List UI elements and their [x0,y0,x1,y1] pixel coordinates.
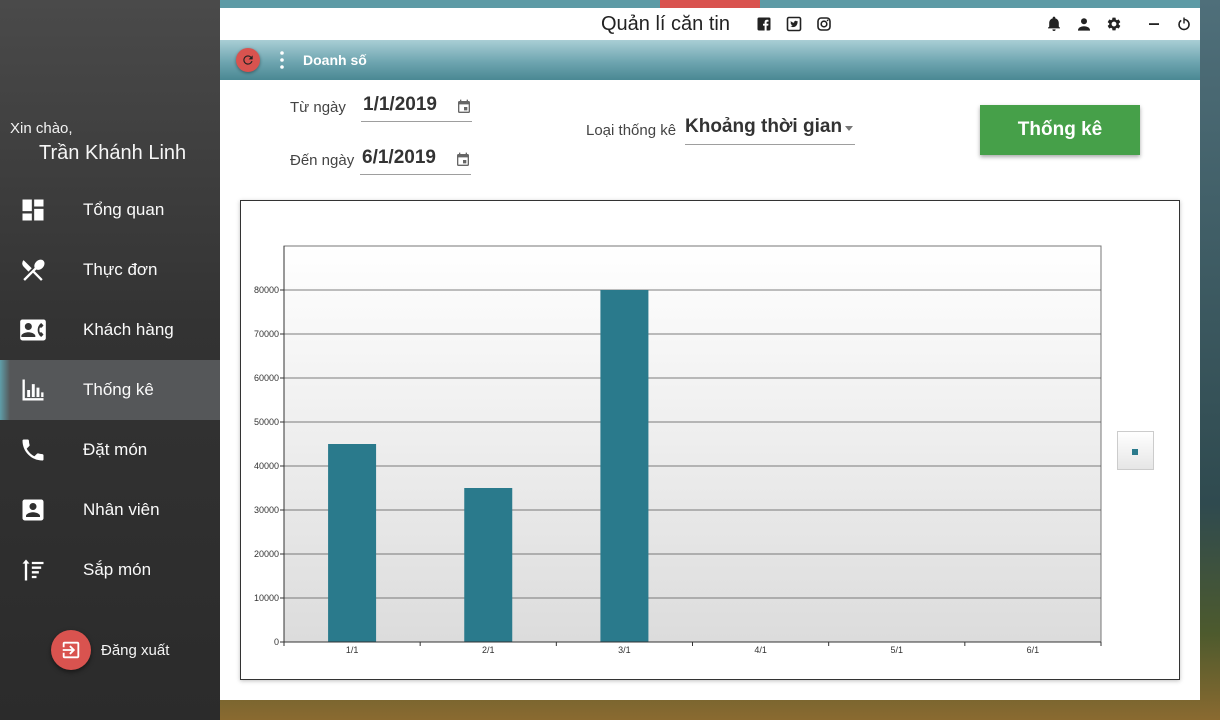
sidebar-item-label: Tổng quan [83,200,165,219]
refresh-icon [243,55,253,65]
sidebar-item-staff[interactable]: Nhân viên [0,480,220,540]
sidebar-item-label: Đặt món [83,440,148,459]
x-tick-label: 2/1 [482,645,495,655]
sidebar: Xin chào, Trần Khánh Linh Tổng quan Thực… [0,0,220,720]
user-icon[interactable] [1076,16,1092,32]
from-date-value: 1/1/2019 [363,94,437,115]
legend-swatch [1132,449,1138,455]
to-date-picker[interactable]: 6/1/2019 [360,147,471,175]
y-tick-label: 80000 [254,285,279,295]
revenue-chart: 0 10000 20000 30000 40000 50000 60000 70000 8000… [240,200,1180,680]
y-tick-label: 0 [274,637,279,647]
sidebar-item-label: Khách hàng [83,320,174,339]
sidebar-item-arrange[interactable]: Sắp món [0,540,220,600]
chart-legend [1117,431,1154,470]
bar [328,444,377,642]
to-date-value: 6/1/2019 [362,147,436,168]
dashboard-icon [19,196,47,224]
sidebar-item-label: Thống kê [83,380,154,399]
sidebar-item-overview[interactable]: Tổng quan [0,180,220,240]
contact-card-icon [19,316,47,344]
y-tick-label: 40000 [254,461,279,471]
window-top-accent [660,0,760,8]
plot-area [283,245,1102,643]
sidebar-item-menu[interactable]: Thực đơn [0,240,220,300]
title-bar: Quản lí căn tin [220,8,1200,40]
refresh-button[interactable] [236,48,260,72]
instagram-icon[interactable] [816,16,832,32]
stat-type-value: Khoảng thời gian [685,116,843,137]
sidebar-item-statistics[interactable]: Thống kê [0,360,220,420]
chart-canvas: 0 10000 20000 30000 40000 50000 60000 70000 8000… [254,245,1102,655]
phone-icon [19,436,47,464]
y-tick-label: 20000 [254,549,279,559]
sidebar-item-order[interactable]: Đặt món [0,420,220,480]
logout-button[interactable]: Đăng xuất [51,630,169,670]
power-icon[interactable] [1176,16,1192,32]
user-name: Trần Khánh Linh [39,142,187,164]
stat-type-select[interactable]: Khoảng thời gian [685,116,855,145]
y-tick-label: 30000 [254,505,279,515]
to-date-label: Đến ngày [290,152,355,169]
logout-icon[interactable] [51,630,91,670]
bar [464,488,513,642]
bar-chart-icon [19,376,47,404]
y-tick-label: 50000 [254,417,279,427]
sidebar-item-label: Thực đơn [83,260,158,279]
toolbar: Doanh số [220,40,1200,80]
x-tick-label: 1/1 [346,645,359,655]
from-date-picker[interactable]: 1/1/2019 [361,94,472,122]
sidebar-item-label: Sắp món [83,560,152,579]
y-tick-label: 60000 [254,373,279,383]
from-date-label: Từ ngày [290,99,346,116]
y-tick-label: 10000 [254,593,279,603]
calendar-icon[interactable] [455,152,471,168]
x-tick-label: 6/1 [1027,645,1040,655]
facebook-icon[interactable] [756,16,772,32]
x-tick-label: 4/1 [754,645,767,655]
person-badge-icon [19,496,47,524]
bar [600,290,649,642]
statistics-button[interactable]: Thống kê [980,105,1140,155]
more-options-icon[interactable] [278,50,286,70]
bell-icon[interactable] [1046,16,1062,32]
sort-icon [19,556,47,584]
sidebar-nav: Tổng quan Thực đơn Khách hàng Thống kê Đ… [0,180,220,600]
restaurant-icon [19,256,47,284]
minimize-icon[interactable] [1146,16,1162,32]
stat-type-label: Loại thống kê [586,122,677,139]
sidebar-item-label: Nhân viên [83,500,160,519]
twitter-icon[interactable] [786,16,802,32]
logout-label: Đăng xuất [101,641,170,659]
app-title: Quản lí căn tin [601,13,730,35]
dropdown-arrow-icon [845,126,853,131]
calendar-icon[interactable] [456,99,472,115]
x-tick-label: 5/1 [890,645,903,655]
section-title: Doanh số [303,52,367,68]
sidebar-item-customers[interactable]: Khách hàng [0,300,220,360]
y-tick-label: 70000 [254,329,279,339]
x-tick-label: 3/1 [618,645,631,655]
gear-icon[interactable] [1106,16,1122,32]
greeting-text: Xin chào, [10,120,73,137]
main-window: Quản lí căn tin Doanh số Từ ngày 1/1/201… [220,0,1200,700]
